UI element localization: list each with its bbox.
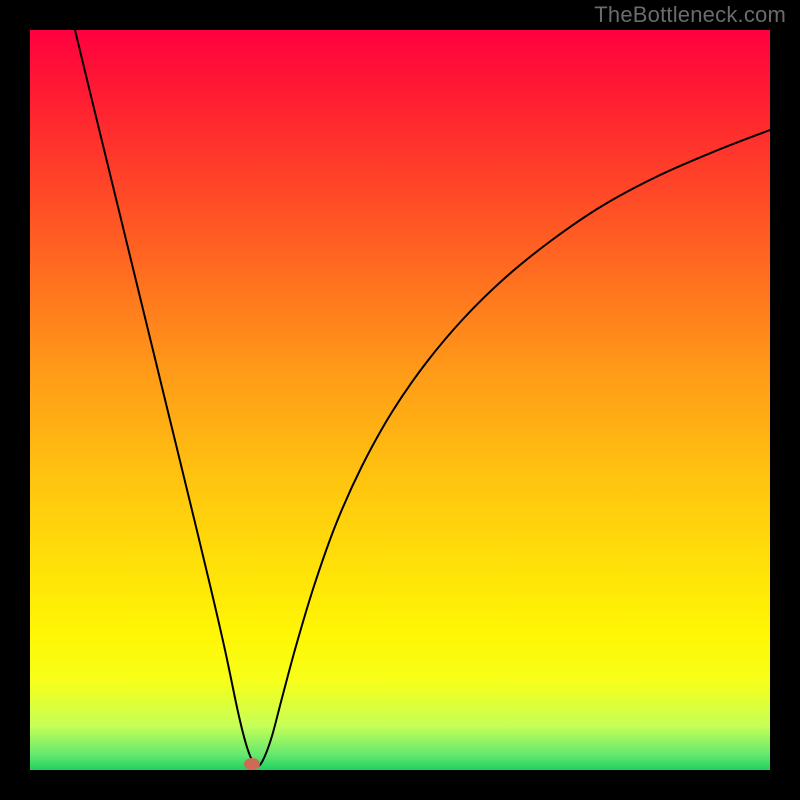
minimum-marker — [244, 758, 260, 770]
watermark-text: TheBottleneck.com — [594, 2, 786, 28]
chart-area — [30, 30, 770, 770]
bottleneck-curve-svg — [30, 30, 770, 770]
bottleneck-curve — [75, 30, 770, 766]
